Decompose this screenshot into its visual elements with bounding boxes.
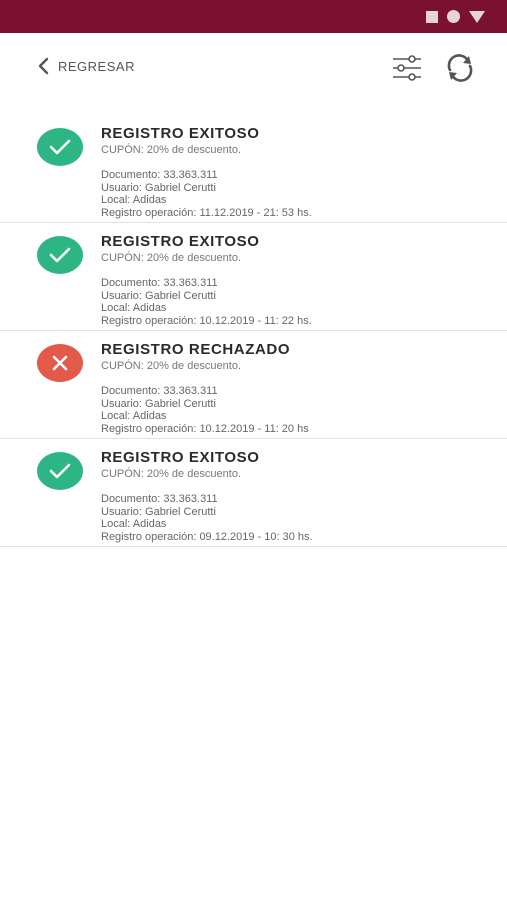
record-coupon: CUPÓN: 20% de descuento. bbox=[101, 360, 242, 372]
toolbar: REGRESAR bbox=[0, 33, 507, 103]
status-indicator bbox=[37, 344, 83, 382]
status-indicator bbox=[37, 452, 83, 490]
check-icon bbox=[49, 139, 71, 155]
refresh-button[interactable] bbox=[444, 52, 476, 84]
record-content: REGISTRO EXITOSO CUPÓN: 20% de descuento… bbox=[101, 125, 312, 219]
record-document: Documento: 33.363.311 bbox=[101, 493, 218, 505]
status-bar bbox=[0, 0, 507, 33]
record-row[interactable]: REGISTRO EXITOSO CUPÓN: 20% de descuento… bbox=[0, 223, 507, 331]
record-store: Local: Adidas bbox=[101, 302, 167, 314]
record-coupon: CUPÓN: 20% de descuento. bbox=[101, 144, 242, 156]
status-bar-icons bbox=[426, 10, 485, 23]
stop-icon bbox=[426, 10, 438, 23]
record-user: Usuario: Gabriel Cerutti bbox=[101, 505, 216, 518]
record-user: Usuario: Gabriel Cerutti bbox=[101, 289, 216, 302]
record-title: REGISTRO RECHAZADO bbox=[101, 341, 291, 358]
record-document: Documento: 33.363.311 bbox=[101, 169, 218, 181]
record-timestamp: Registro operación: 09.12.2019 - 10: 30 … bbox=[101, 530, 313, 543]
records-list: REGISTRO EXITOSO CUPÓN: 20% de descuento… bbox=[0, 115, 507, 547]
filter-button[interactable] bbox=[391, 53, 423, 83]
record-content: REGISTRO RECHAZADO CUPÓN: 20% de descuen… bbox=[101, 341, 309, 435]
record-title: REGISTRO EXITOSO bbox=[101, 449, 260, 466]
record-store: Local: Adidas bbox=[101, 194, 167, 206]
record-title: REGISTRO EXITOSO bbox=[101, 233, 260, 250]
record-coupon: CUPÓN: 20% de descuento. bbox=[101, 468, 242, 480]
back-label: REGRESAR bbox=[58, 58, 135, 74]
record-user: Usuario: Gabriel Cerutti bbox=[101, 397, 216, 410]
record-user: Usuario: Gabriel Cerutti bbox=[101, 181, 216, 194]
record-store: Local: Adidas bbox=[101, 518, 167, 530]
status-indicator bbox=[37, 128, 83, 166]
record-content: REGISTRO EXITOSO CUPÓN: 20% de descuento… bbox=[101, 449, 313, 543]
record-coupon: CUPÓN: 20% de descuento. bbox=[101, 252, 242, 264]
chevron-left-icon bbox=[38, 57, 49, 75]
check-icon bbox=[49, 247, 71, 263]
record-row[interactable]: REGISTRO EXITOSO CUPÓN: 20% de descuento… bbox=[0, 115, 507, 223]
record-icon bbox=[447, 10, 460, 23]
record-content: REGISTRO EXITOSO CUPÓN: 20% de descuento… bbox=[101, 233, 312, 327]
record-document: Documento: 33.363.311 bbox=[101, 385, 218, 397]
record-timestamp: Registro operación: 11.12.2019 - 21: 53 … bbox=[101, 206, 312, 219]
sliders-icon bbox=[393, 55, 421, 81]
status-indicator bbox=[37, 236, 83, 274]
record-timestamp: Registro operación: 10.12.2019 - 11: 22 … bbox=[101, 314, 312, 327]
signal-icon bbox=[469, 10, 485, 23]
record-row[interactable]: REGISTRO EXITOSO CUPÓN: 20% de descuento… bbox=[0, 439, 507, 547]
record-store: Local: Adidas bbox=[101, 410, 167, 422]
refresh-icon bbox=[447, 54, 473, 82]
back-button[interactable]: REGRESAR bbox=[37, 57, 135, 75]
record-row[interactable]: REGISTRO RECHAZADO CUPÓN: 20% de descuen… bbox=[0, 331, 507, 439]
record-title: REGISTRO EXITOSO bbox=[101, 125, 260, 142]
close-icon bbox=[52, 355, 68, 371]
record-timestamp: Registro operación: 10.12.2019 - 11: 20 … bbox=[101, 422, 309, 435]
record-document: Documento: 33.363.311 bbox=[101, 277, 218, 289]
check-icon bbox=[49, 463, 71, 479]
